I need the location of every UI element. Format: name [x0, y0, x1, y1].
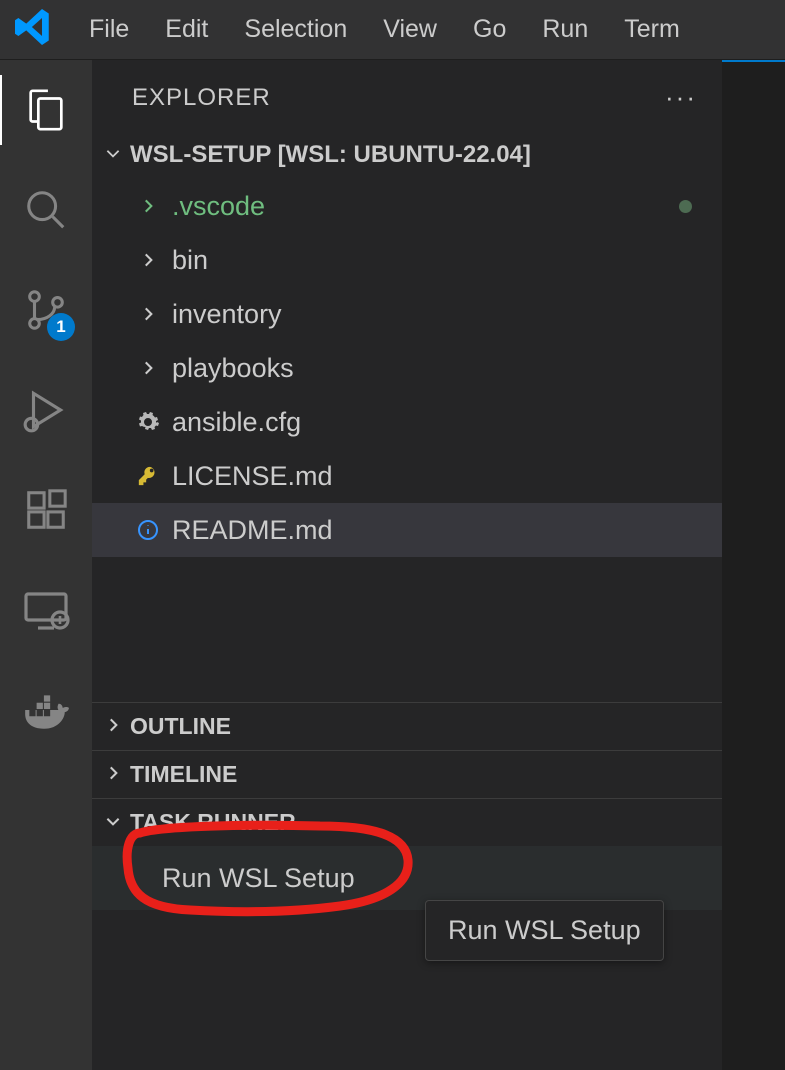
menu-selection[interactable]: Selection [226, 9, 365, 50]
tree-row-label: README.md [172, 515, 333, 546]
menu-edit[interactable]: Edit [147, 9, 226, 50]
menu-view[interactable]: View [365, 9, 455, 50]
activity-bar: 1 [0, 60, 92, 1070]
menubar: File Edit Selection View Go Run Term [0, 0, 785, 60]
tooltip: Run WSL Setup [425, 900, 664, 961]
menu-go[interactable]: Go [455, 9, 524, 50]
info-icon [134, 518, 162, 542]
activity-explorer[interactable] [21, 85, 71, 135]
explorer-title: EXPLORER [132, 84, 271, 112]
section-outline-label: OUTLINE [130, 713, 231, 740]
chevron-down-icon [104, 809, 122, 836]
chevron-down-icon [104, 141, 122, 169]
activity-extensions[interactable] [21, 485, 71, 535]
tree-row-label: ansible.cfg [172, 407, 301, 438]
chevron-right-icon [134, 305, 162, 323]
key-icon [134, 465, 162, 487]
menu-run[interactable]: Run [524, 9, 606, 50]
activity-docker[interactable] [21, 685, 71, 735]
chevron-right-icon [104, 713, 122, 740]
chevron-right-icon [134, 359, 162, 377]
chevron-right-icon [104, 761, 122, 788]
file-tree: .vscode bin inventory playbooks ansible.… [92, 175, 722, 557]
explorer-bottom-sections: OUTLINE TIMELINE TASK RUNNER Run WSL Set… [92, 702, 722, 1070]
tree-row[interactable]: inventory [92, 287, 722, 341]
menu-terminal[interactable]: Term [606, 9, 698, 50]
modified-dot-icon [679, 200, 692, 213]
menu-file[interactable]: File [71, 9, 147, 50]
tree-row[interactable]: README.md [92, 503, 722, 557]
chevron-right-icon [134, 197, 162, 215]
workspace-root-label: WSL-SETUP [WSL: UBUNTU-22.04] [130, 141, 531, 169]
tree-row-label: inventory [172, 299, 282, 330]
section-task-runner[interactable]: TASK RUNNER [92, 798, 722, 846]
tree-row-label: playbooks [172, 353, 294, 384]
tree-row-label: LICENSE.md [172, 461, 333, 492]
scm-badge: 1 [47, 313, 75, 341]
tree-row[interactable]: playbooks [92, 341, 722, 395]
activity-remote[interactable] [21, 585, 71, 635]
explorer-more-icon[interactable]: ··· [665, 82, 697, 113]
activity-run-debug[interactable] [21, 385, 71, 435]
tree-row[interactable]: bin [92, 233, 722, 287]
tree-row[interactable]: .vscode [92, 179, 722, 233]
vscode-logo-icon [15, 9, 51, 50]
activity-search[interactable] [21, 185, 71, 235]
editor-area [722, 60, 785, 1070]
tree-row-label: .vscode [172, 191, 265, 222]
gear-icon [134, 410, 162, 434]
tree-row[interactable]: ansible.cfg [92, 395, 722, 449]
section-outline[interactable]: OUTLINE [92, 703, 722, 750]
task-item-label: Run WSL Setup [162, 863, 355, 894]
workspace-root[interactable]: WSL-SETUP [WSL: UBUNTU-22.04] [92, 135, 722, 175]
section-timeline-label: TIMELINE [130, 761, 237, 788]
section-task-runner-label: TASK RUNNER [130, 809, 296, 836]
section-timeline[interactable]: TIMELINE [92, 750, 722, 798]
tree-row-label: bin [172, 245, 208, 276]
tree-row[interactable]: LICENSE.md [92, 449, 722, 503]
chevron-right-icon [134, 251, 162, 269]
activity-source-control[interactable]: 1 [21, 285, 71, 335]
